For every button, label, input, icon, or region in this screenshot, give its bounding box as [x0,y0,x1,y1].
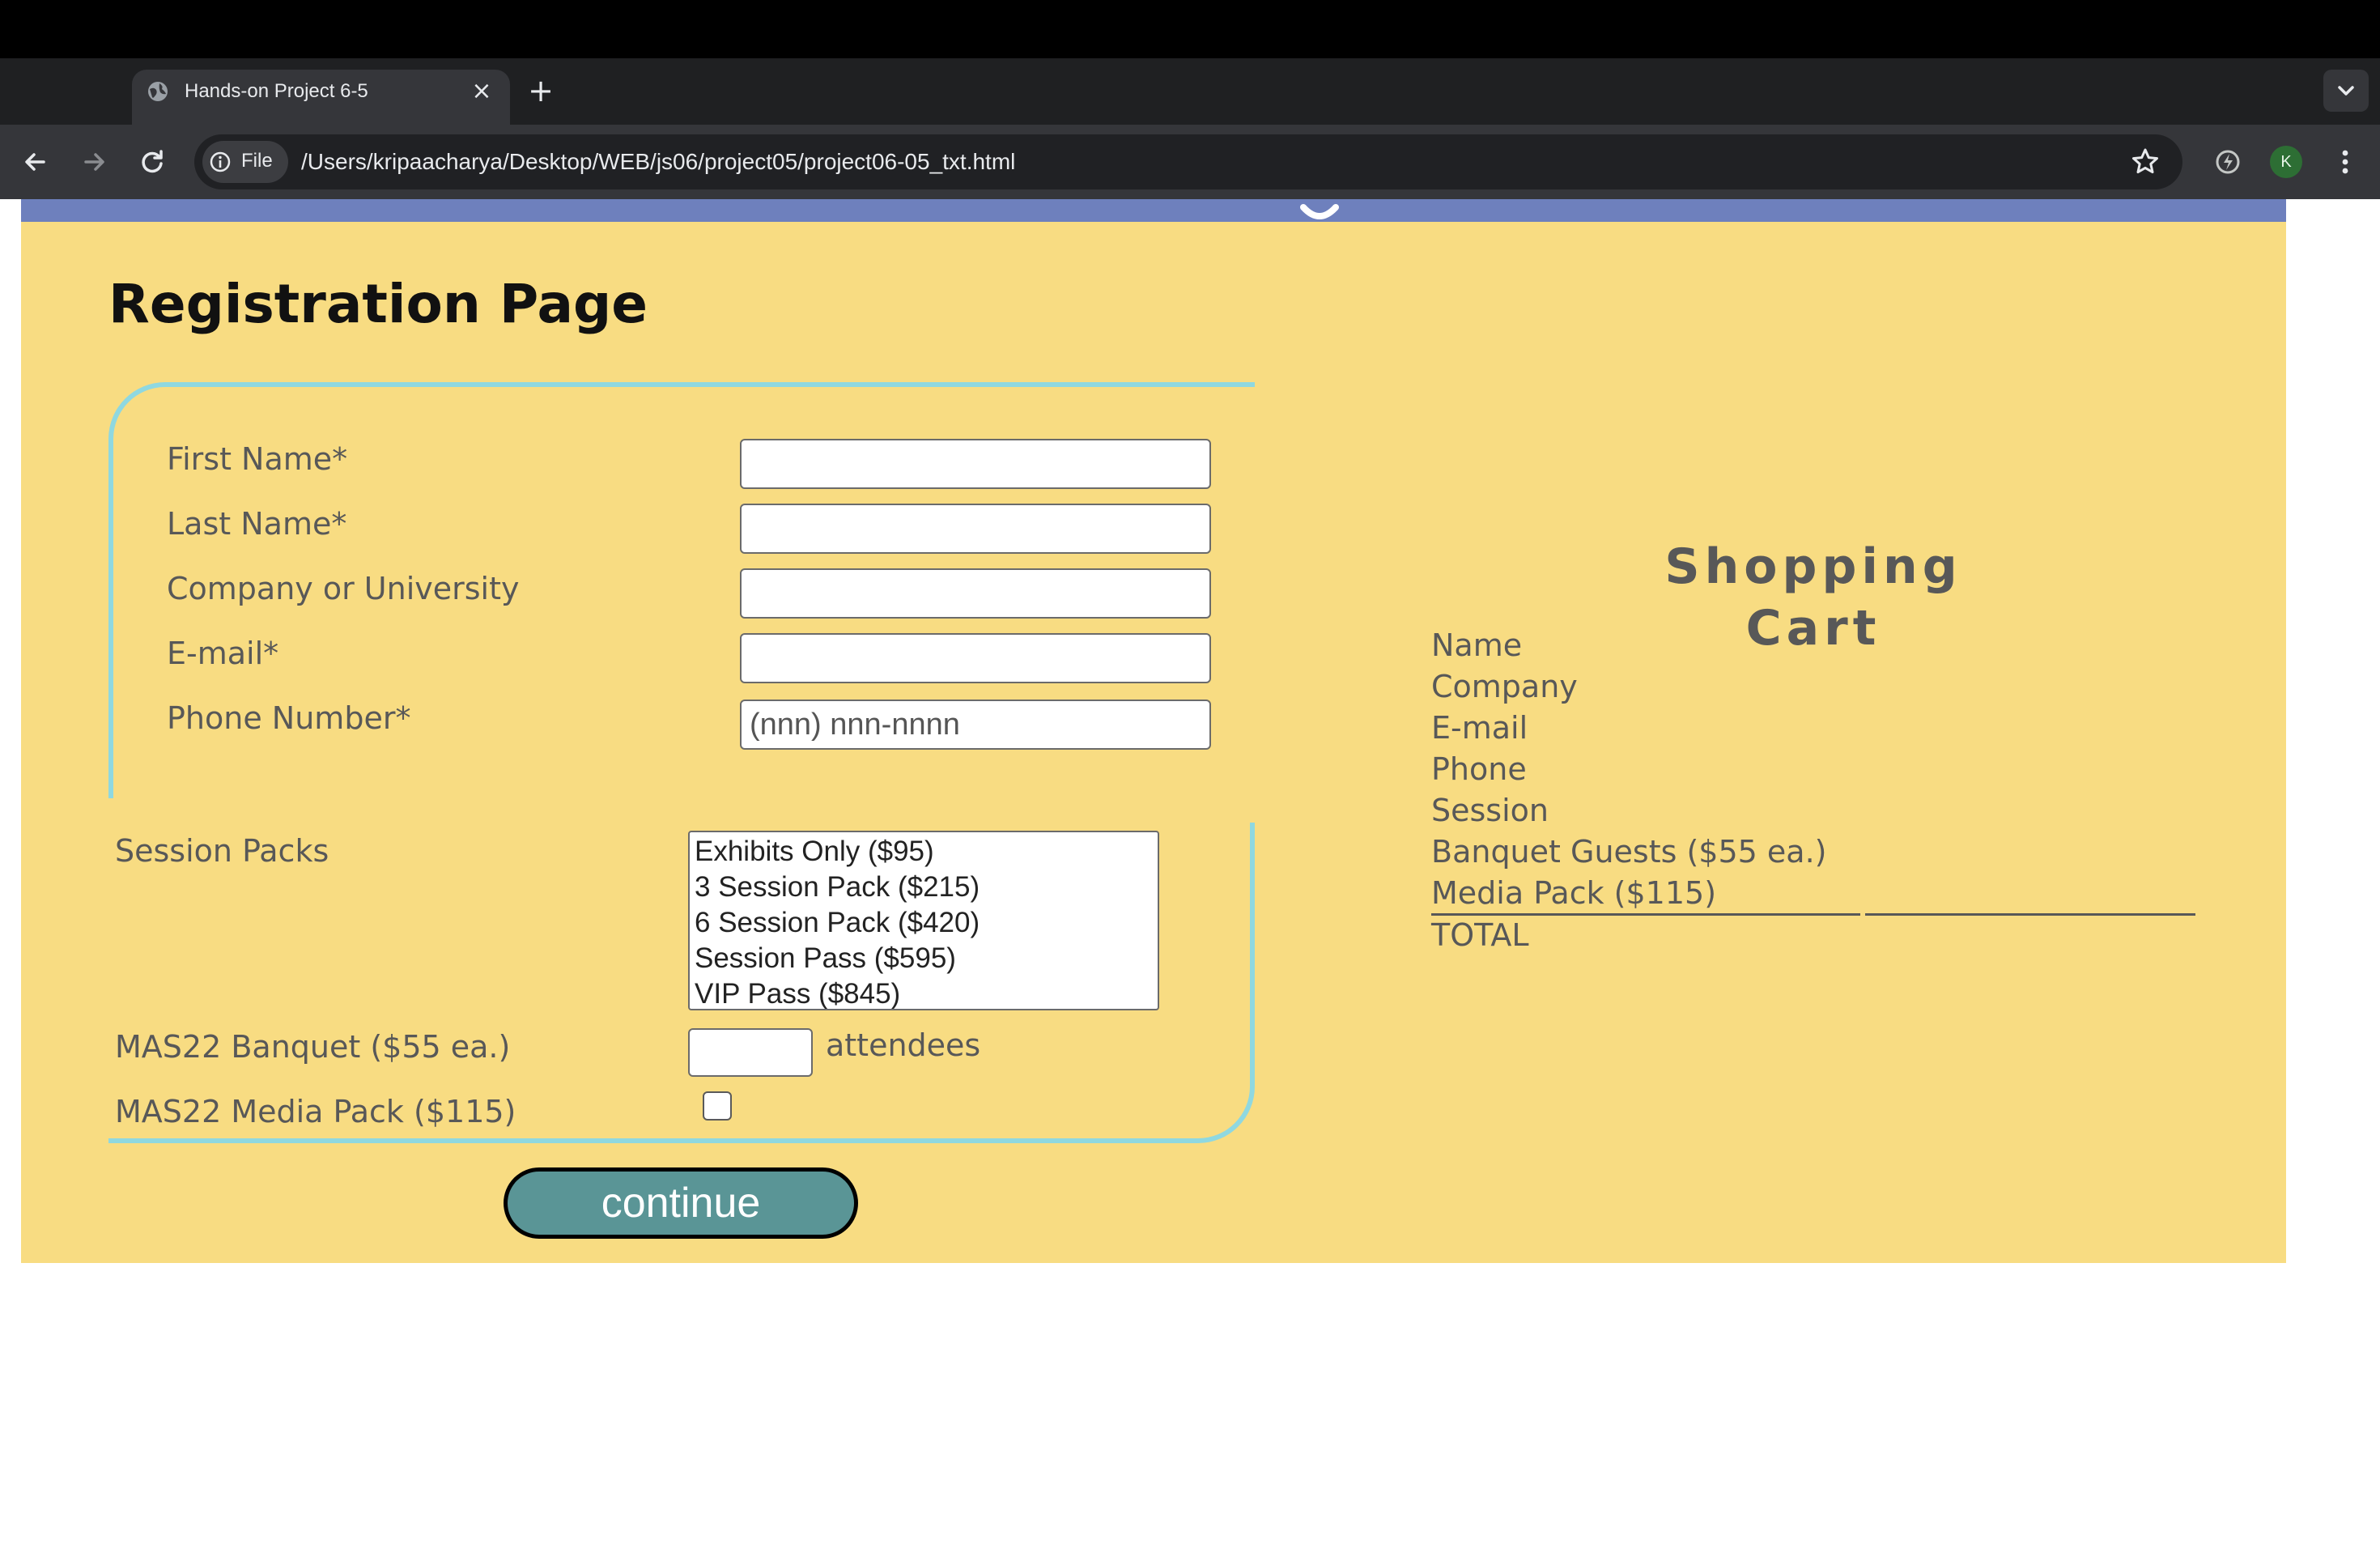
cart-row-name: Name [1431,627,1523,663]
session-option-exhibits[interactable]: Exhibits Only ($95) [695,834,1153,870]
continue-button[interactable]: continue [504,1167,858,1239]
session-option-6-pack[interactable]: 6 Session Pack ($420) [695,905,1153,941]
email-input[interactable] [740,633,1211,683]
chevron-down-icon [2338,86,2354,96]
phone-label: Phone Number* [167,700,411,736]
arrow-right-icon[interactable] [76,144,112,180]
arrow-left-icon[interactable] [18,144,53,180]
os-menu-bar [0,0,2380,58]
site-info-label: File [241,150,273,172]
url-text[interactable]: /Users/kripaacharya/Desktop/WEB/js06/pro… [301,146,1015,178]
cart-title: Shopping Cart [1664,538,1962,657]
last-name-label: Last Name* [167,506,347,542]
performance-icon[interactable] [2212,146,2244,178]
phone-input[interactable] [740,700,1211,750]
globe-icon [148,82,168,101]
company-input[interactable] [740,568,1211,619]
cart-row-company: Company [1431,669,1578,704]
kebab-menu-icon[interactable] [2331,144,2359,180]
session-option-vip[interactable]: VIP Pass ($845) [695,976,1153,1009]
page-header-band [21,199,2286,222]
first-name-label: First Name* [167,441,348,477]
first-name-input[interactable] [740,439,1211,489]
page-title: Registration Page [108,273,648,335]
session-option-3-pack[interactable]: 3 Session Pack ($215) [695,870,1153,905]
banquet-label: MAS22 Banquet ($55 ea.) [115,1029,511,1065]
attendees-label: attendees [826,1027,981,1063]
info-icon [210,151,231,172]
banquet-guests-input[interactable] [688,1028,813,1077]
cart-row-email: E-mail [1431,710,1528,746]
email-label: E-mail* [167,636,279,671]
profile-avatar[interactable]: K [2270,146,2302,178]
close-tab-icon[interactable]: × [468,78,495,105]
session-packs-label: Session Packs [115,833,329,869]
session-option-pass[interactable]: Session Pass ($595) [695,941,1153,976]
media-pack-checkbox[interactable] [703,1091,732,1121]
last-name-input[interactable] [740,504,1211,554]
cart-row-session: Session [1431,793,1549,828]
cart-row-banquet: Banquet Guests ($55 ea.) [1431,834,1827,870]
media-pack-label: MAS22 Media Pack ($115) [115,1094,516,1129]
header-text-fragment [1300,204,1339,219]
new-tab-button[interactable]: + [526,74,555,107]
cart-row-total: TOTAL [1431,917,1529,953]
tab-title: Hands-on Project 6-5 [185,80,368,102]
reload-icon[interactable] [134,144,170,180]
star-icon[interactable] [2129,146,2161,178]
tab-search-button[interactable] [2323,70,2369,112]
cart-row-media: Media Pack ($115) [1431,875,1717,911]
cart-divider-right [1865,913,2195,916]
cart-row-phone: Phone [1431,751,1527,787]
session-packs-listbox[interactable]: Exhibits Only ($95) 3 Session Pack ($215… [688,831,1159,1010]
company-label: Company or University [167,571,520,606]
